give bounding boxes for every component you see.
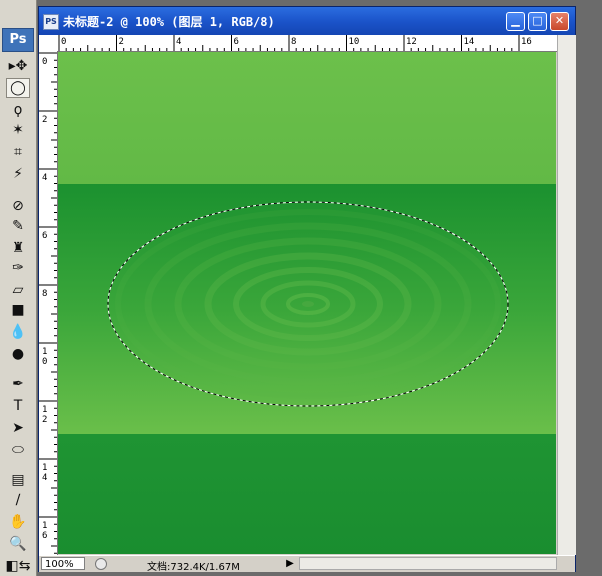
- shape-tool-icon[interactable]: ⬭: [6, 440, 30, 460]
- eraser-tool-icon[interactable]: ▱: [6, 280, 30, 300]
- brush-tool-icon[interactable]: ✎: [6, 216, 30, 236]
- color-swatches-icon[interactable]: ◧⇆: [6, 556, 31, 576]
- ruler-label: 12: [406, 37, 417, 47]
- close-icon: ✕: [554, 14, 565, 27]
- ruler-label: 6: [42, 231, 47, 241]
- vertical-scrollbar[interactable]: [557, 35, 576, 555]
- notes-tool-icon[interactable]: ▤: [6, 470, 30, 490]
- ruler-label: 8: [42, 289, 47, 299]
- status-bar: 100% 文档:732.4K/1.67M ▶: [39, 555, 575, 573]
- status-icon[interactable]: [95, 558, 107, 570]
- document-size-info: 文档:732.4K/1.67M: [147, 562, 240, 573]
- maximize-icon: □: [532, 14, 543, 27]
- pen-tool-icon[interactable]: ✒: [6, 374, 30, 394]
- document-icon: PS: [43, 14, 59, 30]
- slice-tool-icon[interactable]: ⚡: [6, 164, 30, 184]
- status-menu-arrow-icon[interactable]: ▶: [284, 557, 296, 570]
- path-selection-tool-icon[interactable]: ➤: [6, 418, 30, 438]
- minimize-icon: ▁: [511, 14, 520, 27]
- history-brush-tool-icon[interactable]: ✑: [6, 258, 30, 278]
- ruler-label: 0: [61, 37, 66, 47]
- ruler-label: 1: [42, 521, 47, 531]
- move-tool-icon[interactable]: ▸✥: [6, 56, 30, 76]
- lasso-tool-icon[interactable]: ϙ: [6, 100, 30, 120]
- dodge-tool-icon[interactable]: ●: [6, 344, 30, 364]
- healing-brush-tool-icon[interactable]: ⊘: [6, 196, 30, 216]
- type-tool-icon[interactable]: T: [6, 396, 30, 416]
- toolbox: Ps ▸✥ ◯ ϙ ✶ ⌗ ⚡ ⊘ ✎ ♜ ✑ ▱ ■ 💧 ● ✒ T ➤ ⬭ ▤ ∕ ✋ 🔍 ◧⇆: [0, 0, 37, 576]
- ruler-label: 6: [234, 37, 239, 47]
- zoom-tool-icon[interactable]: 🔍: [6, 534, 30, 554]
- magic-wand-tool-icon[interactable]: ✶: [6, 120, 30, 140]
- ruler-label: 8: [291, 37, 296, 47]
- ruler-label: 1: [42, 463, 47, 473]
- vertical-ruler-ticks: 0246810121416: [39, 52, 57, 554]
- vertical-ruler[interactable]: 0246810121416: [39, 51, 58, 555]
- crop-tool-icon[interactable]: ⌗: [6, 142, 30, 162]
- ruler-label: 1: [42, 347, 47, 357]
- elliptical-marquee-tool-icon[interactable]: ◯: [6, 78, 30, 98]
- blur-tool-icon[interactable]: 💧: [6, 322, 30, 342]
- clone-stamp-tool-icon[interactable]: ♜: [6, 238, 30, 258]
- ruler-label: 2: [42, 115, 47, 125]
- ruler-label: 14: [464, 37, 475, 47]
- ps-logo: Ps: [2, 28, 34, 52]
- ruler-label: 2: [42, 415, 47, 425]
- zoom-input[interactable]: 100%: [41, 557, 85, 570]
- eyedropper-tool-icon[interactable]: ∕: [6, 490, 30, 510]
- ruler-label: 16: [521, 37, 532, 47]
- document-window: PS 未标题-2 @ 100% (图层 1, RGB/8) ▁ □ ✕ 0 2 4 6…: [38, 6, 576, 573]
- hand-tool-icon[interactable]: ✋: [6, 512, 30, 532]
- bottom-dark-band: [58, 434, 556, 554]
- ruler-label: 4: [42, 473, 47, 483]
- image-canvas[interactable]: [58, 52, 556, 554]
- ripple-rings: [115, 209, 501, 399]
- top-light-band: [58, 52, 556, 184]
- ruler-label: 6: [42, 531, 47, 541]
- ruler-label: 10: [349, 37, 360, 47]
- maximize-button[interactable]: □: [528, 12, 547, 31]
- ruler-label: 4: [176, 37, 181, 47]
- ruler-label: 0: [42, 57, 47, 67]
- canvas-artwork: [58, 52, 556, 554]
- horizontal-ruler-ticks: 0 2 4 6 8 10 12 14 16: [58, 35, 532, 51]
- ruler-label: 0: [42, 357, 47, 367]
- close-button[interactable]: ✕: [550, 12, 569, 31]
- horizontal-ruler[interactable]: 0 2 4 6 8 10 12 14 16: [57, 35, 557, 52]
- ruler-label: 2: [119, 37, 124, 47]
- horizontal-scrollbar[interactable]: [299, 557, 557, 570]
- minimize-button[interactable]: ▁: [506, 12, 525, 31]
- ruler-label: 4: [42, 173, 47, 183]
- title-bar[interactable]: PS 未标题-2 @ 100% (图层 1, RGB/8) ▁ □ ✕: [39, 7, 575, 35]
- window-title: 未标题-2 @ 100% (图层 1, RGB/8): [63, 15, 275, 29]
- ruler-label: 1: [42, 405, 47, 415]
- ruler-origin[interactable]: [39, 35, 58, 52]
- gradient-tool-icon[interactable]: ■: [6, 300, 30, 320]
